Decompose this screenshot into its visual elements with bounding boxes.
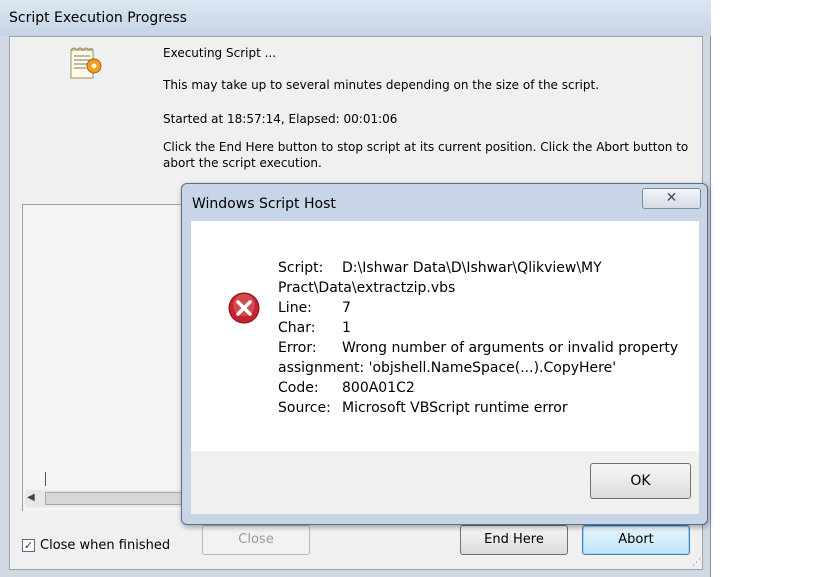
horizontal-scrollbar[interactable]: ◀	[25, 490, 185, 507]
char-label: Char:	[278, 320, 316, 336]
char-value: 1	[342, 320, 351, 336]
close-icon: ✕	[665, 190, 678, 206]
instructions-line-1: Click the End Here button to stop script…	[163, 140, 689, 154]
source-row: Source: Microsoft VBScript runtime error	[278, 398, 568, 418]
info-text: This may take up to several minutes depe…	[163, 78, 600, 92]
close-button[interactable]: Close	[202, 525, 310, 555]
scrollbar-thumb[interactable]	[45, 492, 185, 505]
script-label: Script:	[278, 260, 324, 276]
script-value: D:\Ishwar Data\D\Ishwar\Qlikview\MY	[342, 260, 602, 276]
abort-button[interactable]: Abort	[582, 525, 690, 555]
code-row: Code: 800A01C2	[278, 378, 415, 398]
dialog-message-area: Script: D:\Ishwar Data\D\Ishwar\Qlikview\…	[191, 221, 699, 451]
scroll-left-icon[interactable]: ◀	[27, 492, 35, 503]
script-scroll-icon	[70, 47, 102, 79]
ok-button[interactable]: OK	[590, 463, 691, 499]
error-row: Error: Wrong number of arguments or inval…	[278, 338, 678, 358]
executing-text: Executing Script ...	[163, 46, 277, 60]
script-row: Script: D:\Ishwar Data\D\Ishwar\Qlikview\…	[278, 258, 602, 278]
script-value-continued: Pract\Data\extractzip.vbs	[278, 280, 456, 296]
error-icon	[228, 292, 260, 324]
code-label: Code:	[278, 380, 319, 396]
source-label: Source:	[278, 400, 331, 416]
resize-grip-icon[interactable]: ⋰	[692, 558, 701, 568]
code-value: 800A01C2	[342, 380, 415, 396]
started-elapsed-text: Started at 18:57:14, Elapsed: 00:01:06	[163, 112, 398, 126]
dialog-close-button[interactable]: ✕	[642, 188, 701, 209]
script-log-area[interactable]	[22, 204, 201, 511]
close-when-finished-checkbox[interactable]: ✓	[22, 539, 35, 552]
dialog-title: Windows Script Host	[192, 196, 336, 212]
end-here-button[interactable]: End Here	[460, 525, 568, 555]
line-label: Line:	[278, 300, 312, 316]
char-row: Char: 1	[278, 318, 351, 338]
line-row: Line: 7	[278, 298, 351, 318]
line-value: 7	[342, 300, 351, 316]
close-when-finished-label: Close when finished	[40, 538, 171, 553]
error-label: Error:	[278, 340, 317, 356]
progress-window-title: Script Execution Progress	[9, 10, 187, 26]
windows-script-host-dialog: Windows Script Host ✕ Script: D:\Ishwar D…	[181, 183, 708, 525]
progress-title-bar[interactable]: Script Execution Progress	[0, 0, 711, 36]
text-caret	[45, 472, 46, 486]
error-value: Wrong number of arguments or invalid pro…	[342, 340, 679, 356]
error-value-continued: assignment: 'objshell.NameSpace(...).Cop…	[278, 360, 617, 376]
source-value: Microsoft VBScript runtime error	[342, 400, 568, 416]
instructions-line-2: abort the script execution.	[163, 156, 322, 170]
